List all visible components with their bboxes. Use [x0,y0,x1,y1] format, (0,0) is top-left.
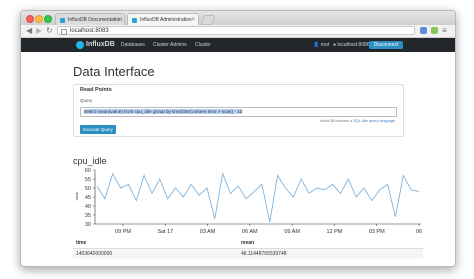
nav-cluster[interactable]: Cluster [195,38,211,52]
cell-time: 1403640000000 [76,251,113,257]
query-text: select mean(value) from cpu_idle group b… [84,109,243,114]
table-header: time mean [73,238,423,249]
user-label: 👤 root [313,42,330,48]
extension-icon[interactable] [431,27,438,34]
y-tick-label: 30 [85,222,91,228]
address-bar: ◀ ▶ ↻ localhost:8083 ≡ [21,25,455,38]
tab-close-icon[interactable]: × [191,14,195,25]
reload-icon[interactable]: ↻ [46,26,53,36]
helper-text: InfluxDB features a [320,119,353,123]
y-tick-label: 35 [85,213,91,219]
logo-text: InfluxDB [86,41,115,48]
close-window-button[interactable] [26,15,34,23]
new-tab-button[interactable] [200,15,216,25]
column-header-mean: mean [241,240,255,246]
x-tick-label: 09 PM [115,229,131,235]
nav-cluster-admins[interactable]: Cluster Admins [153,38,187,52]
read-points-panel: Read Points Query select mean(value) fro… [73,84,404,137]
x-tick-label: 12 PM [326,229,342,235]
table-row: 1403640000000 48.11448765539748 [73,249,423,259]
host-name: localhost:8086 [337,42,370,48]
results-table: time mean 1403640000000 48.1144876553974… [73,238,423,259]
chart-svg: 60 55 50 45 40 35 30 mean 09 PM Sat 17 03 AM 06 AM 0… [75,168,422,235]
app-navbar: InfluxDB Databases Cluster Admins Cluste… [21,38,455,52]
x-tick-label: 03 AM [200,229,216,235]
page-icon [61,29,67,35]
user-name: root [320,42,330,48]
query-helper-text: InfluxDB features a SQL-like query langu… [320,119,395,123]
favicon-icon [132,18,137,23]
favicon-icon [60,18,65,23]
forward-icon[interactable]: ▶ [36,26,42,36]
browser-window: InfluxDB Documentation × InfluxDB Admini… [20,10,456,267]
tab-influxdb-administration[interactable]: InfluxDB Administration × [127,13,199,25]
url-field[interactable]: localhost:8083 [57,26,415,35]
series-line-cpu-idle [96,171,420,223]
tab-close-icon[interactable]: × [117,14,121,25]
x-tick-label: 03 PM [369,229,385,235]
cell-mean: 48.11448765539748 [241,251,287,257]
minimize-window-button[interactable] [35,15,43,23]
column-header-time: time [76,240,87,246]
cpu-idle-chart: 60 55 50 45 40 35 30 mean 09 PM Sat 17 03 AM 06 AM 0… [73,166,425,236]
panel-title: Read Points [80,87,112,93]
query-language-link[interactable]: SQL-like query language [353,119,395,123]
query-label: Query [80,98,93,103]
nav-databases[interactable]: Databases [121,38,145,52]
x-tick-label: Sat 17 [157,229,173,235]
x-tick-label: 06 [416,229,422,235]
maximize-window-button[interactable] [44,15,52,23]
tab-bar: InfluxDB Documentation × InfluxDB Admini… [21,11,455,25]
tab-influxdb-documentation[interactable]: InfluxDB Documentation × [55,13,125,25]
disconnect-button[interactable]: Disconnect [369,41,403,49]
tab-label: InfluxDB Administration [140,17,192,23]
main-content: Data Interface Read Points Query select … [21,52,455,266]
menu-icon[interactable]: ≡ [442,26,447,36]
query-input[interactable]: select mean(value) from cpu_idle group b… [80,107,397,117]
page-title: Data Interface [73,64,155,79]
y-axis-label: mean [75,192,79,201]
host-label: ● localhost:8086 [333,42,370,48]
url-text: localhost:8083 [70,28,109,34]
execute-query-button[interactable]: Execute Query [80,125,116,134]
logo-mark-icon [76,41,84,49]
extension-icon[interactable] [420,27,427,34]
y-tick-label: 55 [85,177,91,183]
x-tick-label: 06 AM [242,229,258,235]
influxdb-logo[interactable]: InfluxDB [76,40,115,50]
x-tick-label: 09 AM [284,229,300,235]
y-tick-label: 60 [85,168,91,174]
y-tick-label: 45 [85,195,91,201]
y-tick-label: 50 [85,186,91,192]
back-icon[interactable]: ◀ [26,26,32,36]
tab-label: InfluxDB Documentation [68,17,122,23]
y-tick-label: 40 [85,204,91,210]
